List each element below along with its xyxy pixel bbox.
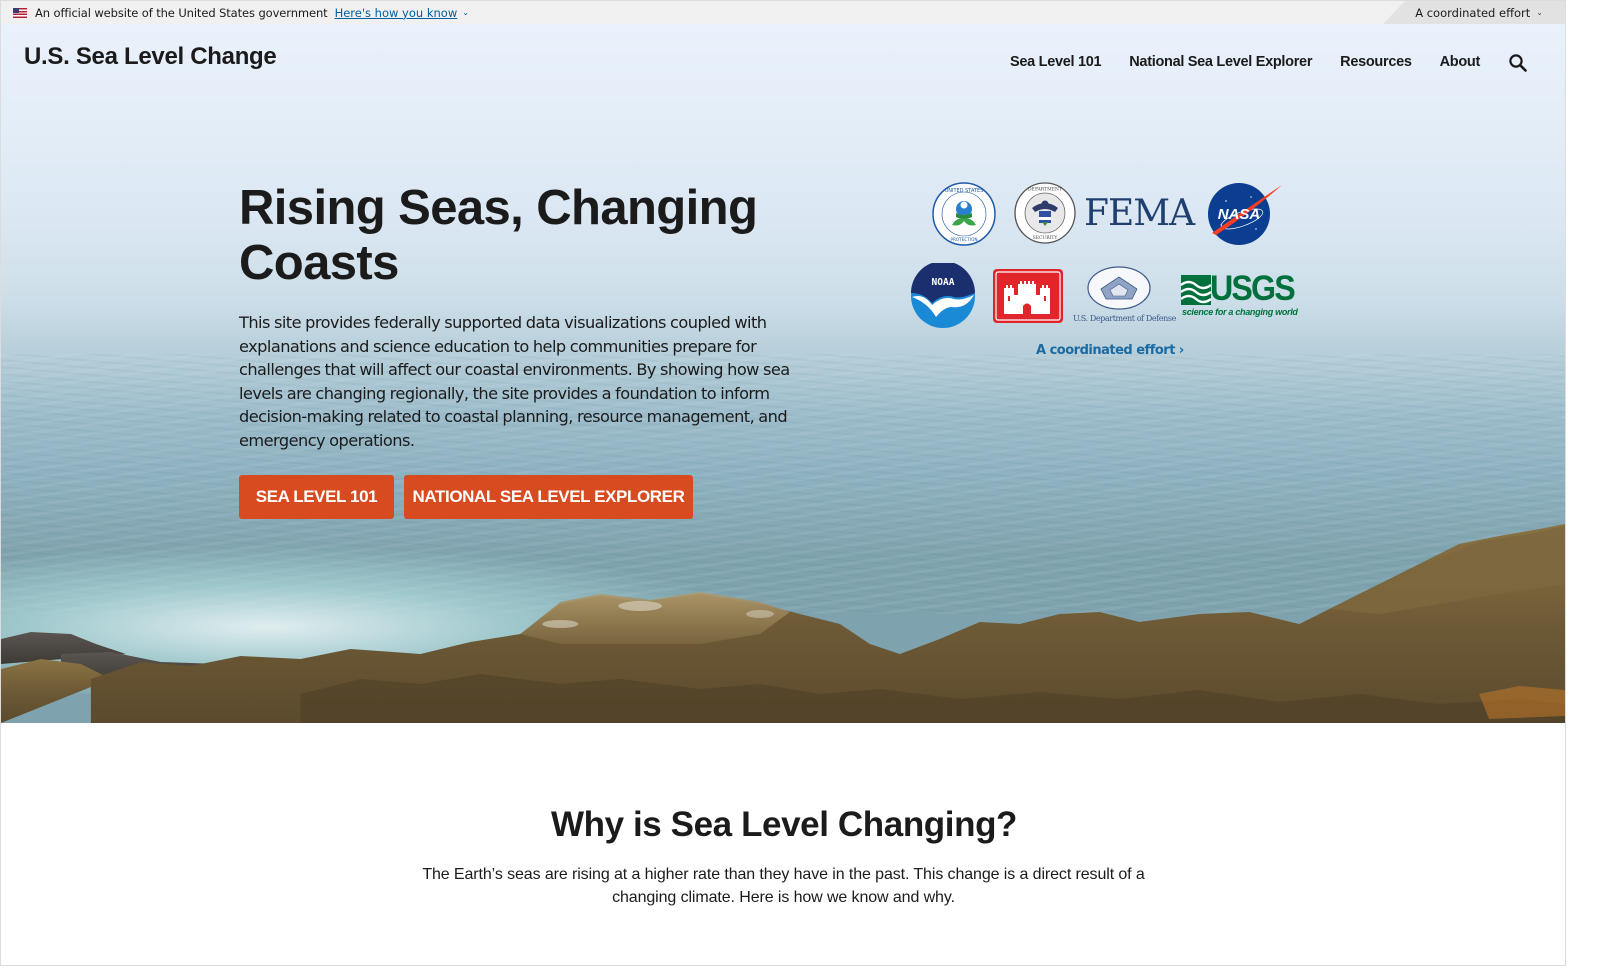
epa-logo-icon[interactable]: United States Environmental Protection A… [931, 181, 997, 247]
main-nav: Sea Level 101 National Sea Level Explore… [982, 52, 1528, 72]
chevron-down-icon: ⌄ [1536, 8, 1543, 17]
nav-national-sea-level-explorer[interactable]: National Sea Level Explorer [1129, 54, 1312, 70]
search-icon[interactable] [1508, 53, 1528, 73]
nav-sea-level-101[interactable]: Sea Level 101 [1010, 54, 1102, 70]
coordinated-effort-dropdown[interactable]: A coordinated effort ⌄ [1383, 1, 1565, 24]
nasa-meatball-icon[interactable]: NASA NASA [1206, 179, 1284, 247]
national-sea-level-explorer-button[interactable]: NATIONAL SEA LEVEL EXPLORER [404, 475, 693, 519]
pentagon-icon [1087, 266, 1151, 310]
fema-logo[interactable]: FEMA [1084, 194, 1195, 234]
heres-how-you-know-link[interactable]: Here's how you know [335, 6, 458, 20]
svg-text:UNITED STATES: UNITED STATES [945, 188, 984, 194]
gov-banner-text: An official website of the United States… [35, 5, 328, 20]
svg-text:PROTECTION: PROTECTION [950, 237, 977, 242]
svg-text:NASA: NASA [1218, 206, 1261, 223]
usgs-logo[interactable]: USGS science for a changing world [1181, 269, 1299, 319]
usgs-wave-icon [1181, 275, 1211, 305]
svg-text:NOAA: NOAA [932, 277, 955, 288]
coordinated-effort-link[interactable]: A coordinated effort › [1036, 343, 1184, 358]
usgs-wordmark: USGS [1210, 269, 1296, 308]
svg-text:DEPARTMENT: DEPARTMENT [1028, 187, 1062, 193]
dod-logo[interactable]: U.S. Department of Defense [1073, 265, 1176, 327]
gov-banner: An official website of the United States… [1, 1, 1565, 24]
us-flag-icon [13, 7, 27, 18]
nav-about[interactable]: About [1440, 54, 1481, 70]
noaa-logo-icon[interactable]: NOAA NOAA [910, 263, 976, 329]
why-section-text: The Earth’s seas are rising at a higher … [422, 866, 1145, 906]
nav-resources[interactable]: Resources [1340, 54, 1412, 70]
army-corps-castle-icon[interactable]: U.S. Army Corps of Engineers [992, 268, 1064, 324]
svg-text:SECURITY: SECURITY [1033, 235, 1059, 241]
coastal-rocks-image [1, 524, 1565, 723]
chevron-down-icon[interactable]: ⌄ [462, 8, 469, 17]
dhs-seal-icon[interactable]: U.S. Department of Homeland Security DEP… [1014, 182, 1076, 244]
sea-level-101-button[interactable]: SEA LEVEL 101 [239, 475, 394, 519]
site-title[interactable]: U.S. Sea Level Change [24, 43, 277, 71]
dod-label: U.S. Department of Defense [1073, 314, 1176, 323]
usgs-tagline: science for a changing world [1182, 307, 1298, 317]
hero-description: This site provides federally supported d… [239, 313, 790, 450]
page: An official website of the United States… [0, 0, 1566, 966]
coordinated-effort-label: A coordinated effort [1415, 5, 1531, 20]
why-section-title: Why is Sea Level Changing? [550, 805, 1018, 844]
hero-title: Rising Seas, Changing Coasts [239, 181, 758, 290]
